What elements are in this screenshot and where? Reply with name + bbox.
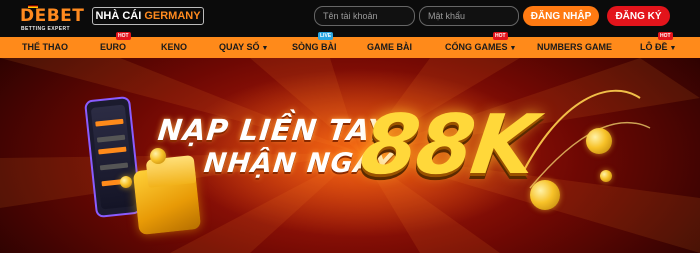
nav-item-lo-de[interactable]: HOT LÔ ĐỀ ▼ bbox=[640, 32, 677, 58]
username-input[interactable] bbox=[314, 6, 415, 26]
hot-badge: HOT bbox=[493, 32, 508, 40]
nav-item-quay-so[interactable]: QUAY SỐ ▼ bbox=[219, 37, 268, 58]
main-nav: THỂ THAO HOT EURO KENO QUAY SỐ ▼ LIVE SÒN… bbox=[0, 32, 700, 58]
top-header: DEBET BETTING EXPERT NHÀ CÁI GERMANY ĐĂN… bbox=[0, 0, 700, 37]
nav-item-keno[interactable]: KENO bbox=[161, 37, 187, 58]
chevron-down-icon: ▼ bbox=[509, 45, 517, 52]
login-button[interactable]: ĐĂNG NHẬP bbox=[523, 6, 599, 26]
logo-text: DEBET bbox=[20, 6, 85, 26]
brand-badge[interactable]: NHÀ CÁI GERMANY bbox=[92, 7, 204, 25]
coin-icon bbox=[120, 176, 132, 188]
nav-label: SÒNG BÀI bbox=[292, 42, 337, 52]
nav-label: LÔ ĐỀ bbox=[640, 42, 668, 52]
nav-item-game-bai[interactable]: GAME BÀI bbox=[367, 37, 412, 58]
coin-icon bbox=[586, 128, 612, 154]
promo-banner[interactable]: NẠP LIỀN TAY NHẬN NGAY 88K bbox=[0, 58, 700, 253]
register-button[interactable]: ĐĂNG KÝ bbox=[607, 6, 670, 26]
logo[interactable]: DEBET BETTING EXPERT bbox=[18, 4, 84, 34]
coin-icon bbox=[150, 148, 166, 164]
nav-label: GAME BÀI bbox=[367, 42, 412, 52]
nav-item-cong-games[interactable]: HOT CỔNG GAMES ▼ bbox=[445, 32, 517, 58]
nav-label: QUAY SỐ bbox=[219, 42, 260, 52]
live-badge: LIVE bbox=[318, 32, 334, 40]
chevron-down-icon: ▼ bbox=[261, 45, 269, 52]
password-input[interactable] bbox=[419, 6, 519, 26]
coin-icon bbox=[530, 180, 560, 210]
nav-item-euro[interactable]: HOT EURO bbox=[100, 32, 131, 58]
nav-label: NUMBERS GAME bbox=[537, 42, 613, 52]
banner-headline-line1: NẠP LIỀN TAY bbox=[156, 113, 391, 147]
logo-subtext: BETTING EXPERT bbox=[21, 26, 70, 32]
wallet-icon bbox=[132, 154, 202, 236]
hot-badge: HOT bbox=[116, 32, 131, 40]
nav-label: THỂ THAO bbox=[22, 42, 68, 52]
brand-prefix: NHÀ CÁI bbox=[95, 10, 145, 22]
nav-label: CỔNG GAMES bbox=[445, 42, 508, 52]
chevron-down-icon: ▼ bbox=[669, 45, 677, 52]
coin-icon bbox=[600, 170, 612, 182]
nav-label: KENO bbox=[161, 42, 188, 52]
brand-highlight: GERMANY bbox=[144, 10, 201, 22]
nav-item-numbers-game[interactable]: NUMBERS GAME bbox=[537, 37, 612, 58]
nav-item-the-thao[interactable]: THỂ THAO bbox=[22, 37, 68, 58]
banner-amount: 88K bbox=[355, 98, 541, 193]
hot-badge: HOT bbox=[658, 32, 673, 40]
nav-item-song-bai[interactable]: LIVE SÒNG BÀI bbox=[292, 32, 337, 58]
nav-label: EURO bbox=[100, 42, 127, 52]
